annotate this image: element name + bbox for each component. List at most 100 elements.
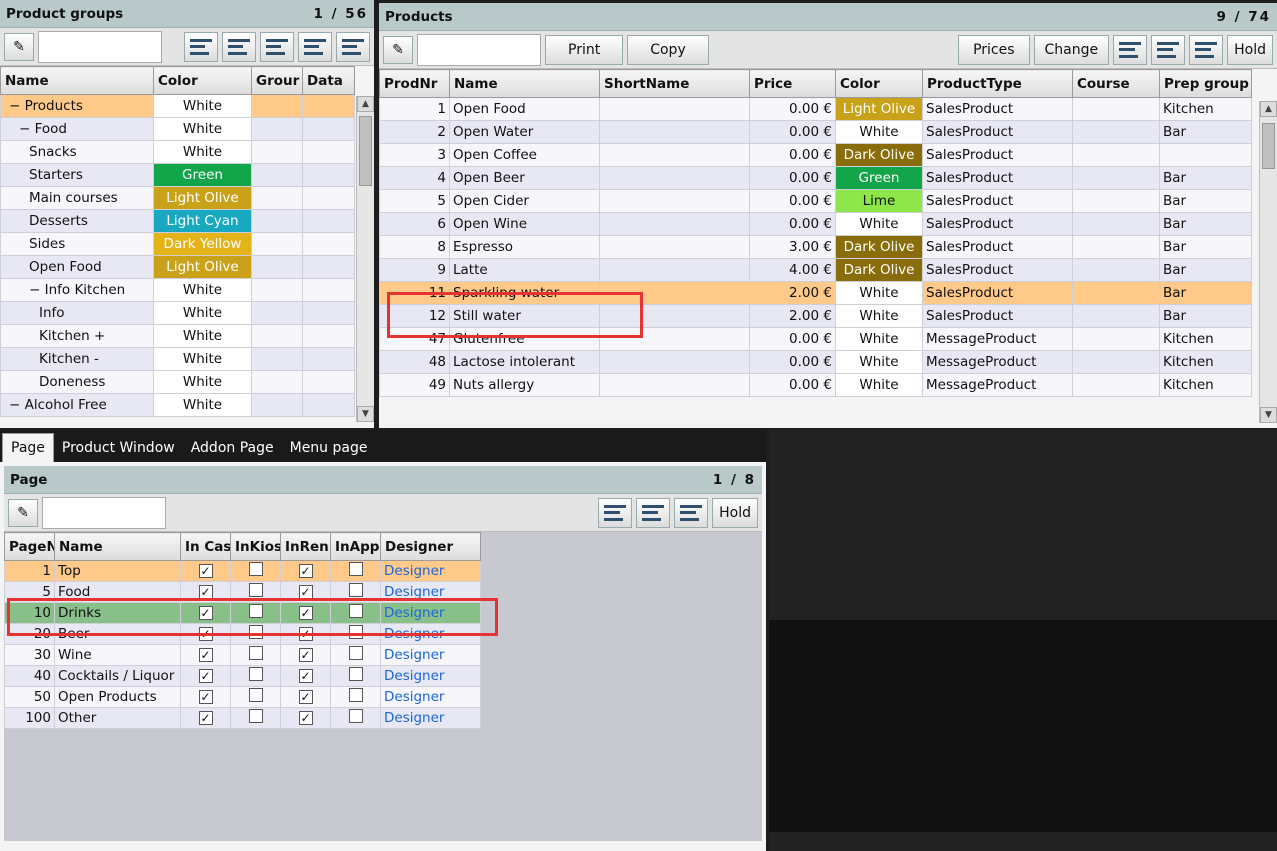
table-row[interactable]: 12 Still water 2.00 € White SalesProduct Bar (379, 304, 1252, 328)
collapse-icon[interactable]: − (9, 98, 25, 114)
remove-list-icon[interactable] (674, 497, 709, 528)
table-row[interactable]: 6 Open Wine 0.00 € White SalesProduct Bar (379, 212, 1252, 236)
column-header-color[interactable]: Color (153, 66, 252, 95)
table-row[interactable]: 5 Food ✓ ✓ Designer (4, 581, 481, 603)
column-header-designer[interactable]: Designer (380, 532, 481, 561)
edit-list-icon[interactable] (636, 497, 671, 528)
checkbox[interactable] (248, 667, 263, 681)
edit-list-icon[interactable] (1151, 34, 1186, 65)
tree-row[interactable]: Sides Dark Yellow (0, 232, 355, 256)
checkbox[interactable] (348, 709, 363, 723)
checkbox[interactable] (348, 688, 363, 702)
tree-row[interactable]: Kitchen - White (0, 347, 355, 371)
column-header-course[interactable]: Course (1072, 69, 1160, 98)
table-row[interactable]: 40 Cocktails / Liquor ✓ ✓ Designer (4, 665, 481, 687)
checkbox[interactable]: ✓ (198, 585, 213, 599)
table-row[interactable]: 9 Latte 4.00 € Dark Olive SalesProduct Bar (379, 258, 1252, 282)
checkbox[interactable] (348, 646, 363, 660)
column-header-prodnr[interactable]: ProdNr (379, 69, 450, 98)
scroll-up-icon[interactable]: ▲ (1260, 101, 1277, 117)
checkbox[interactable]: ✓ (198, 690, 213, 704)
checkbox[interactable]: ✓ (198, 627, 213, 641)
checkbox[interactable]: ✓ (198, 648, 213, 662)
designer-link[interactable]: Designer (384, 710, 444, 726)
product-groups-scrollbar[interactable]: ▲ ▼ (356, 96, 374, 422)
tree-row[interactable]: Main courses Light Olive (0, 186, 355, 210)
hold-button[interactable]: Hold (1227, 34, 1273, 65)
scroll-thumb[interactable] (1262, 123, 1275, 169)
designer-link[interactable]: Designer (384, 605, 444, 621)
checkbox[interactable]: ✓ (298, 627, 313, 641)
checkbox[interactable]: ✓ (198, 606, 213, 620)
tree-row[interactable]: Doneness White (0, 370, 355, 394)
remove-list-icon[interactable] (1189, 34, 1224, 65)
table-row[interactable]: 48 Lactose intolerant 0.00 € White MessagePr… (379, 350, 1252, 374)
products-scrollbar[interactable]: ▲ ▼ (1259, 101, 1277, 423)
designer-link[interactable]: Designer (384, 563, 444, 579)
column-header-inapp[interactable]: InApp (330, 532, 381, 561)
prices-button[interactable]: Prices (958, 34, 1030, 65)
add-list-icon[interactable] (184, 31, 218, 62)
tree-row[interactable]: Starters Green (0, 163, 355, 187)
designer-link[interactable]: Designer (384, 647, 444, 663)
tree-row[interactable]: Desserts Light Cyan (0, 209, 355, 233)
table-row[interactable]: 4 Open Beer 0.00 € Green SalesProduct Bar (379, 166, 1252, 190)
pencil-icon[interactable]: ✎ (383, 35, 413, 64)
checkbox[interactable]: ✓ (198, 669, 213, 683)
edit-list-icon[interactable] (222, 31, 256, 62)
column-header-name[interactable]: Name (449, 69, 600, 98)
checkbox[interactable]: ✓ (298, 669, 313, 683)
page-search-input[interactable] (42, 496, 166, 529)
tab-product-window[interactable]: Product Window (54, 434, 183, 462)
tree-row[interactable]: Kitchen + White (0, 324, 355, 348)
table-row[interactable]: 5 Open Cider 0.00 € Lime SalesProduct Bar (379, 189, 1252, 213)
table-row[interactable]: 2 Open Water 0.00 € White SalesProduct Bar (379, 120, 1252, 144)
tab-menu-page[interactable]: Menu page (282, 434, 376, 462)
add-list-icon[interactable] (1113, 34, 1148, 65)
checkbox[interactable]: ✓ (298, 585, 313, 599)
copy-button[interactable]: Copy (627, 34, 709, 65)
scroll-down-icon[interactable]: ▼ (357, 406, 374, 422)
table-row[interactable]: 47 Glutenfree 0.00 € White MessageProduct Kit… (379, 327, 1252, 351)
checkbox[interactable] (248, 562, 263, 576)
checkbox[interactable]: ✓ (298, 606, 313, 620)
tree-row[interactable]: Snacks White (0, 140, 355, 164)
products-search-input[interactable] (417, 33, 541, 66)
column-header-color[interactable]: Color (835, 69, 923, 98)
remove-list-icon[interactable] (260, 31, 294, 62)
table-row[interactable]: 20 Beer ✓ ✓ Designer (4, 623, 481, 645)
checkbox[interactable] (248, 625, 263, 639)
table-row[interactable]: 10 Drinks ✓ ✓ Designer (4, 602, 481, 624)
add-list-icon[interactable] (598, 497, 633, 528)
checkbox[interactable] (248, 604, 263, 618)
tab-page[interactable]: Page (2, 433, 54, 462)
column-header-pagen[interactable]: PageN (4, 532, 55, 561)
add-sublist-icon[interactable] (298, 31, 332, 62)
tree-row[interactable]: − Food White (0, 117, 355, 141)
checkbox[interactable] (348, 604, 363, 618)
checkbox[interactable] (348, 667, 363, 681)
column-header-grour[interactable]: Grour (251, 66, 303, 95)
scroll-up-icon[interactable]: ▲ (357, 96, 374, 112)
checkbox[interactable] (248, 583, 263, 597)
indent-list-icon[interactable] (336, 31, 370, 62)
checkbox[interactable]: ✓ (298, 648, 313, 662)
table-row[interactable]: 49 Nuts allergy 0.00 € White MessageProduct K… (379, 373, 1252, 397)
column-header-prep-group[interactable]: Prep group (1159, 69, 1252, 98)
scroll-thumb[interactable] (359, 116, 372, 186)
designer-link[interactable]: Designer (384, 584, 444, 600)
column-header-inren[interactable]: InRen (280, 532, 331, 561)
table-row[interactable]: 3 Open Coffee 0.00 € Dark Olive SalesProduct (379, 143, 1252, 167)
tree-row[interactable]: − Products White (0, 94, 355, 118)
table-row[interactable]: 100 Other ✓ ✓ Designer (4, 707, 481, 729)
column-header-producttype[interactable]: ProductType (922, 69, 1073, 98)
column-header-name[interactable]: Name (0, 66, 154, 95)
checkbox[interactable]: ✓ (298, 690, 313, 704)
table-row[interactable]: 50 Open Products ✓ ✓ Designer (4, 686, 481, 708)
column-header-data[interactable]: Data (302, 66, 355, 95)
designer-link[interactable]: Designer (384, 626, 444, 642)
tree-row[interactable]: Open Food Light Olive (0, 255, 355, 279)
checkbox[interactable] (248, 709, 263, 723)
table-row[interactable]: 30 Wine ✓ ✓ Designer (4, 644, 481, 666)
checkbox[interactable] (348, 562, 363, 576)
